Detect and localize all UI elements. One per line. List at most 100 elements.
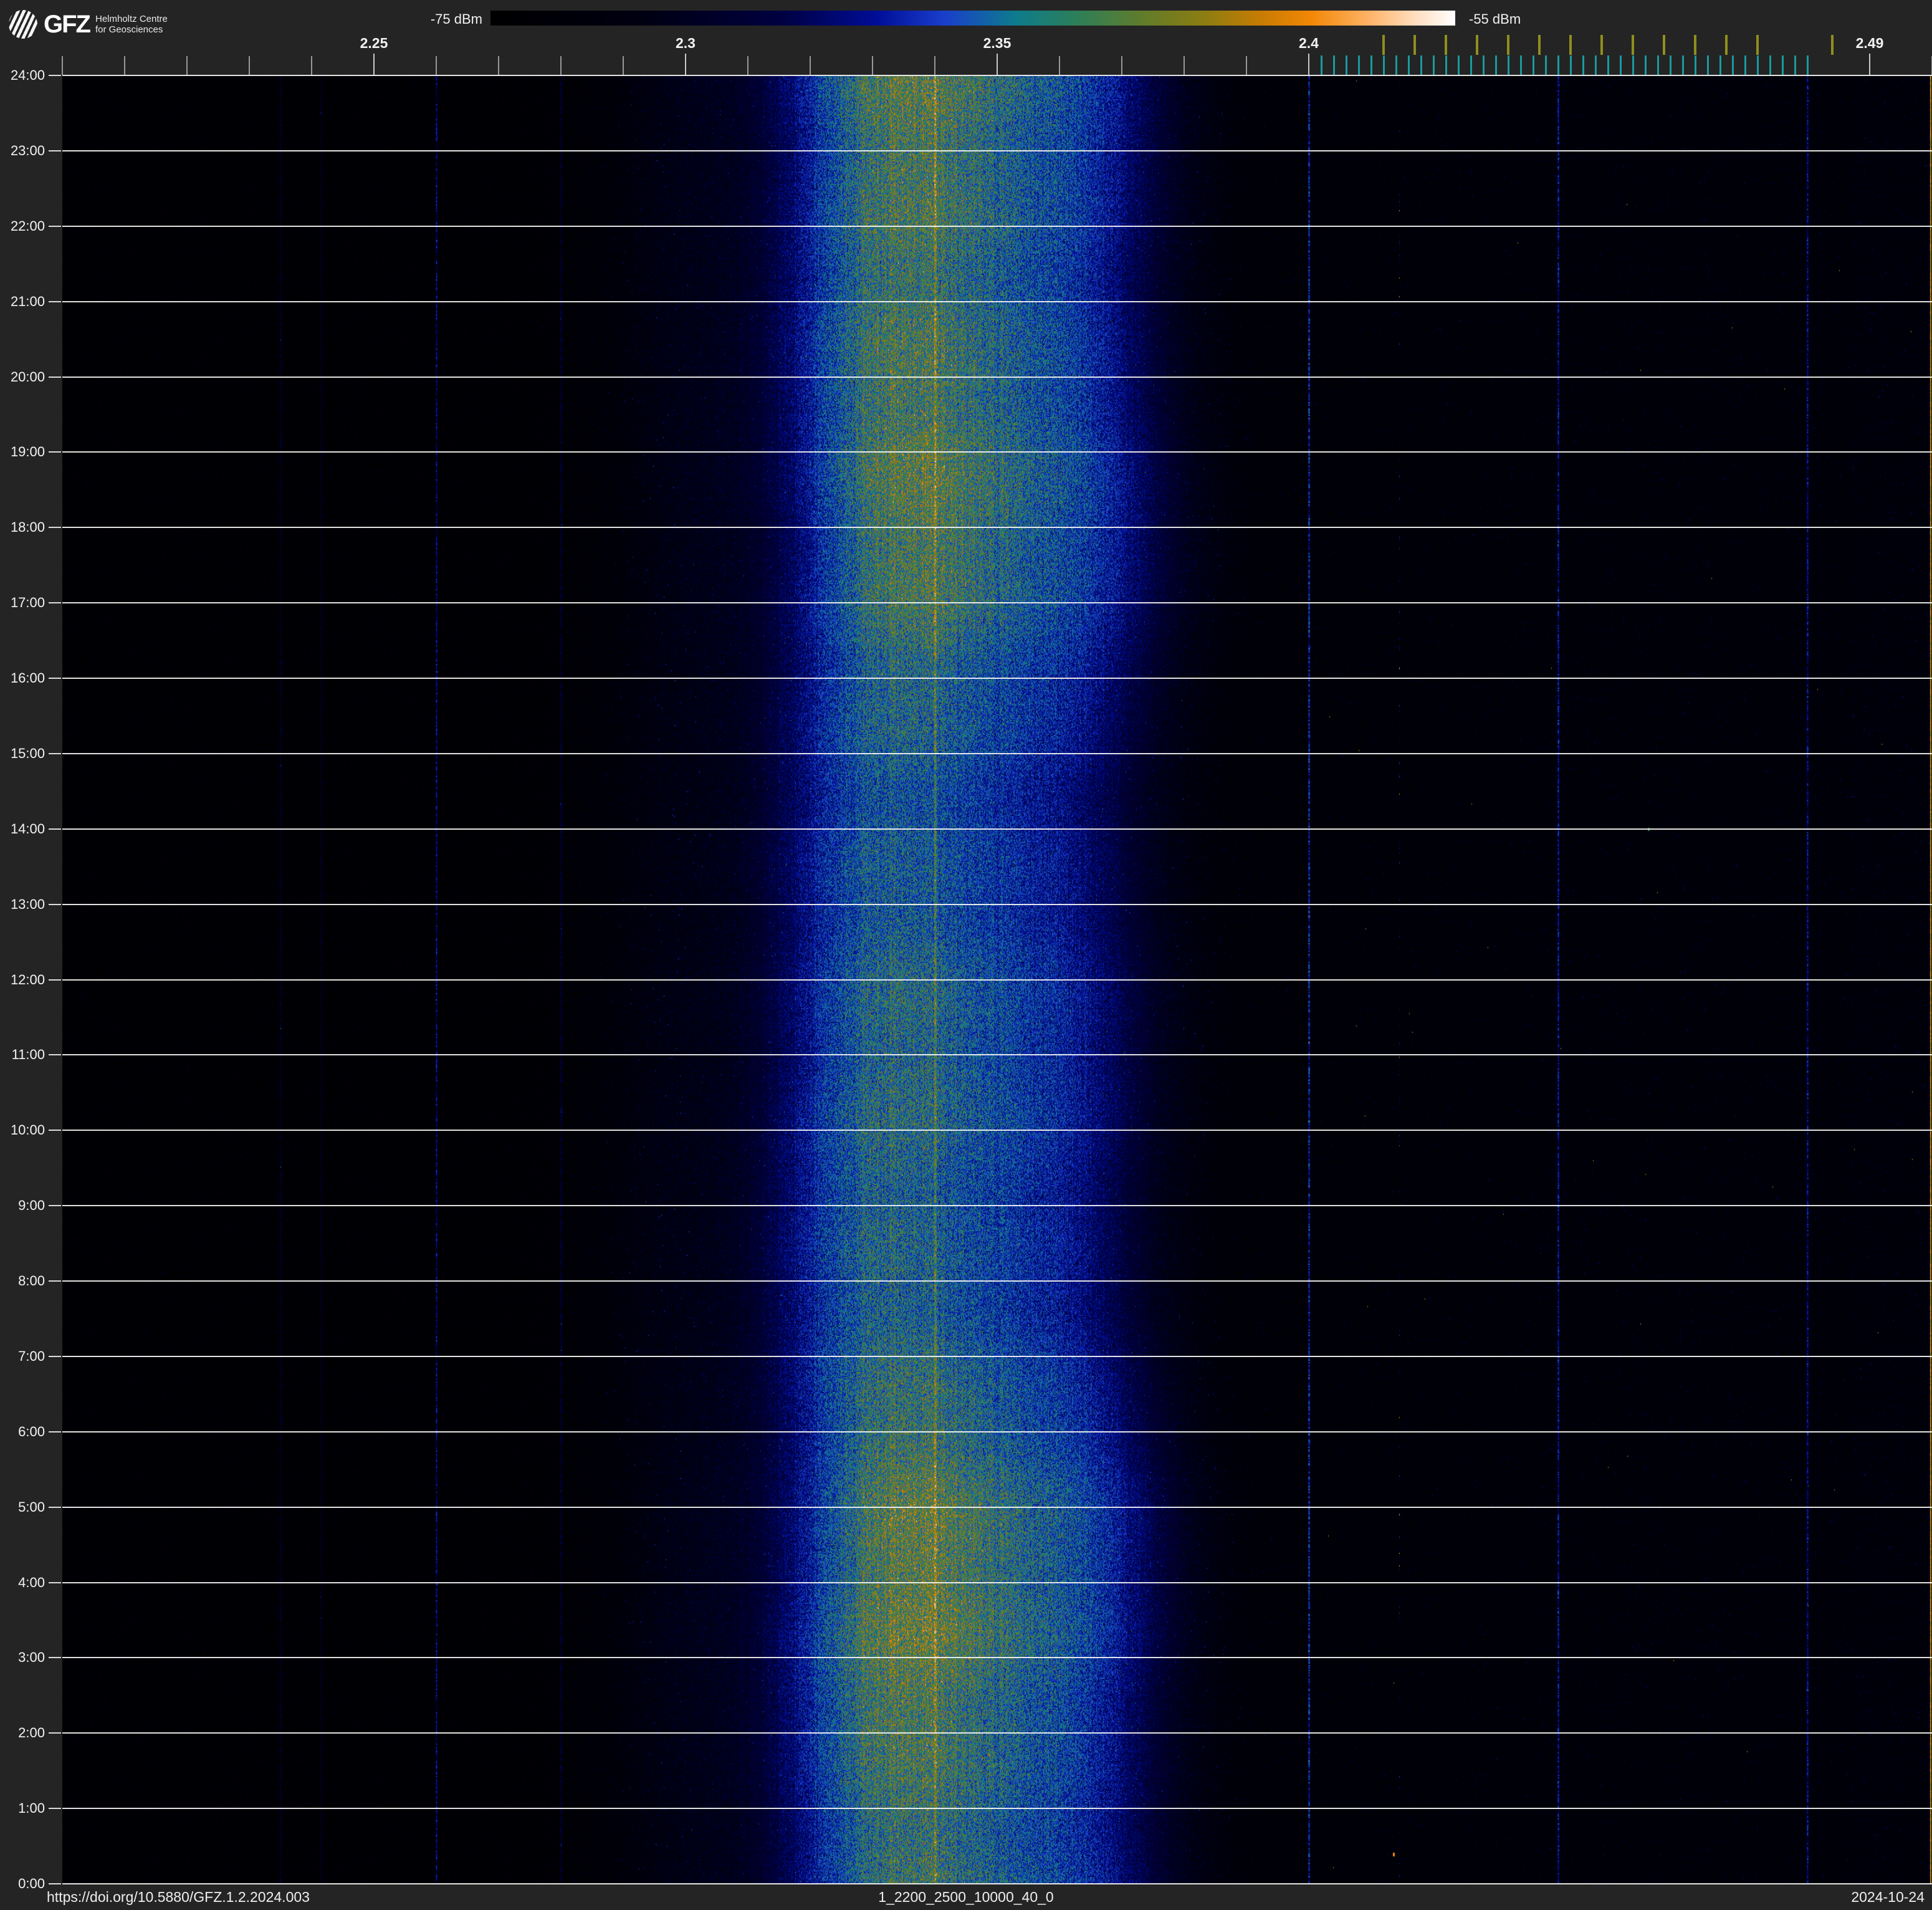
hour-gridline <box>62 1356 1932 1357</box>
hour-tick <box>49 1431 61 1432</box>
hour-tick <box>49 527 61 528</box>
hour-gridline <box>62 1205 1932 1206</box>
hour-tick <box>49 979 61 981</box>
hour-label: 4:00 <box>18 1575 45 1590</box>
gfz-logo-brand: GFZ <box>44 10 91 38</box>
freq-tick <box>124 56 125 75</box>
hour-gridline <box>62 602 1932 603</box>
ble-channel-tick <box>1508 55 1509 75</box>
freq-tick <box>934 56 935 75</box>
ble-channel-tick <box>1769 55 1771 75</box>
hour-label: 1:00 <box>18 1800 45 1816</box>
hour-gridline <box>62 226 1932 227</box>
freq-tick <box>685 54 686 75</box>
freq-tick-label: 2.35 <box>983 35 1011 51</box>
hour-gridline <box>62 1507 1932 1508</box>
freq-tick <box>1308 54 1309 75</box>
hour-tick <box>49 1808 61 1809</box>
wifi-channel-tick <box>1382 35 1385 55</box>
hour-gridline <box>62 678 1932 679</box>
freq-tick-label: 2.4 <box>1299 35 1319 51</box>
gfz-logo: GFZ Helmholtz Centre for Geosciences <box>9 9 168 40</box>
ble-channel-tick <box>1719 55 1721 75</box>
freq-tick <box>62 56 63 75</box>
ble-channel-tick <box>1346 55 1347 75</box>
ble-channel-tick <box>1395 55 1397 75</box>
hour-gridline <box>62 527 1932 528</box>
hour-tick <box>49 1732 61 1734</box>
hour-label: 7:00 <box>18 1348 45 1364</box>
hour-gridline <box>62 753 1932 754</box>
ble-channel-tick <box>1358 55 1360 75</box>
hour-tick <box>49 226 61 227</box>
hour-label: 21:00 <box>10 294 45 309</box>
ble-channel-tick <box>1782 55 1784 75</box>
ble-channel-tick <box>1483 55 1485 75</box>
hour-gridline <box>62 1808 1932 1809</box>
freq-tick <box>810 56 811 75</box>
hour-label: 10:00 <box>10 1122 45 1138</box>
wifi-channel-tick <box>1538 35 1541 55</box>
hour-label: 2:00 <box>18 1725 45 1740</box>
ble-channel-tick <box>1807 55 1809 75</box>
hour-label: 0:00 <box>18 1876 45 1891</box>
ble-channel-tick <box>1557 55 1559 75</box>
colorbar-min-label: -75 dBm <box>430 11 482 27</box>
ble-channel-tick <box>1408 55 1410 75</box>
wifi-channel-tick <box>1600 35 1603 55</box>
hour-label: 23:00 <box>10 143 45 158</box>
hour-tick <box>49 1280 61 1282</box>
ble-channel-tick <box>1757 55 1759 75</box>
hour-label: 9:00 <box>18 1197 45 1213</box>
hour-tick <box>49 602 61 603</box>
ble-channel-tick <box>1420 55 1422 75</box>
hour-label: 16:00 <box>10 670 45 686</box>
freq-tick-label: 2.25 <box>360 35 388 51</box>
freq-tick <box>1121 56 1122 75</box>
hour-tick <box>49 150 61 151</box>
freq-tick <box>436 56 437 75</box>
wifi-channel-tick <box>1831 35 1834 55</box>
hour-label: 20:00 <box>10 369 45 385</box>
hour-tick <box>49 1054 61 1055</box>
ble-channel-tick <box>1707 55 1709 75</box>
hour-label: 11:00 <box>11 1047 45 1062</box>
hour-tick <box>49 1657 61 1658</box>
footer-dataset-id: 1_2200_2500_10000_40_0 <box>878 1889 1054 1905</box>
ble-channel-tick <box>1670 55 1671 75</box>
hour-gridline <box>62 904 1932 905</box>
gfz-logo-icon <box>9 10 37 39</box>
hour-tick <box>49 1130 61 1131</box>
hour-tick <box>49 904 61 905</box>
ble-channel-tick <box>1533 55 1534 75</box>
hour-label: 13:00 <box>10 896 45 912</box>
hour-label: 6:00 <box>18 1424 45 1439</box>
hour-gridline <box>62 150 1932 151</box>
hour-label: 15:00 <box>10 746 45 761</box>
freq-tick <box>1184 56 1185 75</box>
hour-label: 8:00 <box>18 1273 45 1289</box>
freq-tick <box>560 56 562 75</box>
hour-gridline <box>62 1054 1932 1055</box>
footer-date: 2024-10-24 <box>1851 1889 1925 1905</box>
freq-tick <box>747 56 748 75</box>
ble-channel-tick <box>1744 55 1746 75</box>
hour-label: 19:00 <box>10 444 45 459</box>
hour-gridline <box>62 377 1932 378</box>
hour-label: 5:00 <box>18 1499 45 1515</box>
freq-tick <box>311 56 312 75</box>
hour-gridline <box>62 1280 1932 1282</box>
freq-tick <box>1059 56 1060 75</box>
ble-channel-tick <box>1383 55 1385 75</box>
wifi-channel-tick <box>1507 35 1509 55</box>
ble-channel-tick <box>1570 55 1572 75</box>
wifi-channel-tick <box>1569 35 1572 55</box>
ble-channel-tick <box>1520 55 1522 75</box>
hour-gridline <box>62 1732 1932 1734</box>
gfz-logo-line2: for Geosciences <box>95 24 163 35</box>
hour-gridline <box>62 451 1932 453</box>
ble-channel-tick <box>1370 55 1372 75</box>
wifi-channel-tick <box>1413 35 1416 55</box>
freq-tick <box>1869 54 1870 75</box>
ble-channel-tick <box>1595 55 1597 75</box>
